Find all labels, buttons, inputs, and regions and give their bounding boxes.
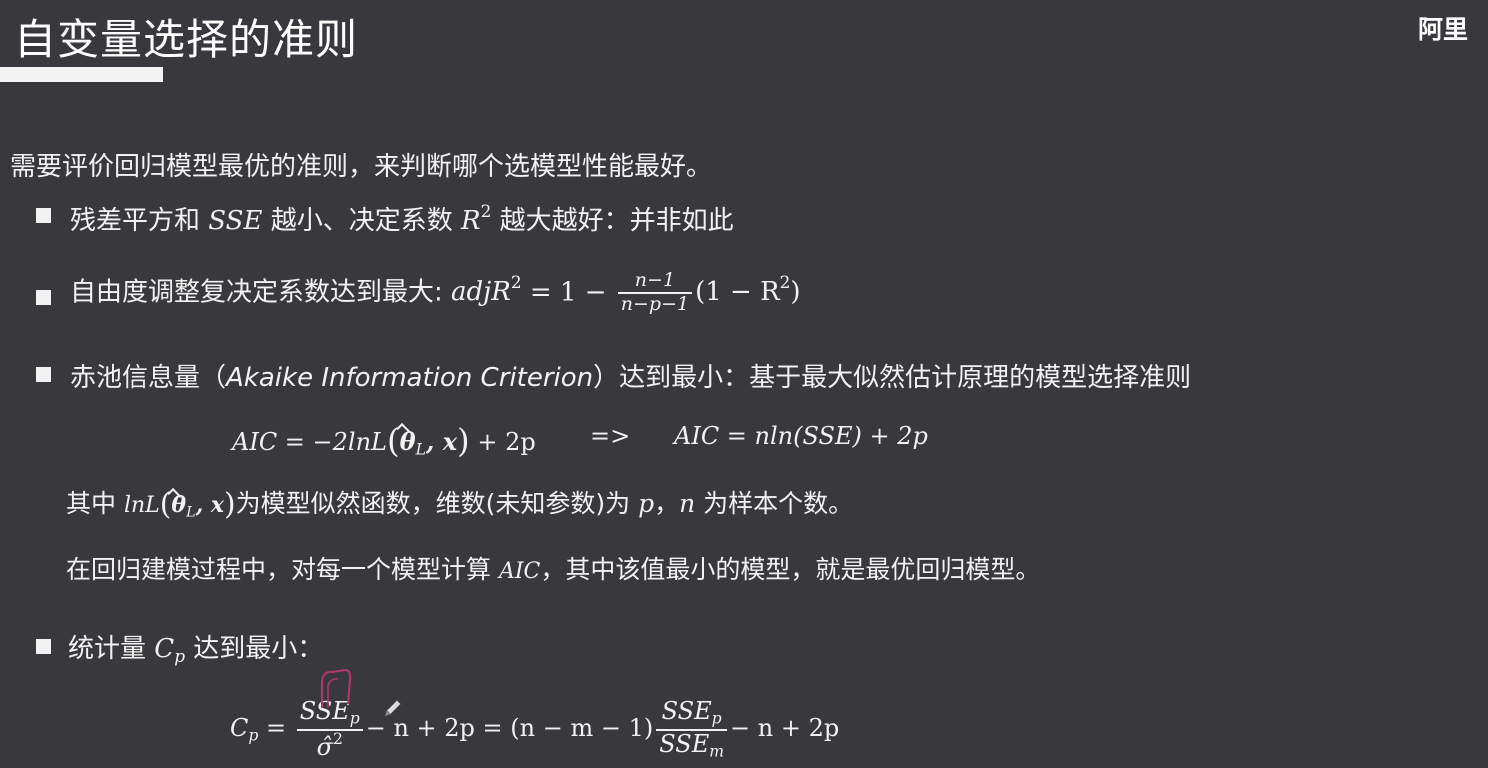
aic-formula-2: AIC = nln(SSE) + 2p bbox=[674, 422, 928, 450]
bullet-square-icon bbox=[36, 367, 51, 382]
b2-text: 自由度调整复决定系数达到最大: bbox=[70, 277, 443, 308]
b2-eq: = 1 − bbox=[529, 277, 607, 308]
bullet-4-text: 统计量 Cp 达到最小： bbox=[68, 634, 324, 667]
b3-text-1: 赤池信息量（ bbox=[70, 363, 227, 393]
pencil-cursor-icon bbox=[384, 699, 402, 717]
title-underline-bar bbox=[0, 67, 163, 82]
aic-formula-1: AIC = −2lnL(θL, x) + 2p bbox=[232, 422, 536, 460]
bullet-3-text: 赤池信息量（Akaike Information Criterion）达到最小：… bbox=[70, 357, 1191, 394]
bullet-square-icon bbox=[36, 290, 51, 305]
bullet-2-text: 自由度调整复决定系数达到最大: adjR2 = 1 − n−1 n−p−1 (1… bbox=[70, 269, 801, 316]
b3-aic-english: Akaike Information Criterion bbox=[226, 363, 594, 393]
b1-sse: SSE bbox=[208, 206, 263, 236]
intro-text: 需要评价回归模型最优的准则，来判断哪个选模型性能最好。 bbox=[10, 152, 713, 182]
cp-fraction-2: SSEp SSEm bbox=[656, 697, 728, 761]
b1-R: R2 bbox=[460, 201, 492, 236]
aic-explanation-line-1: 其中 lnL(θL, x)为模型似然函数，维数(未知参数)为 p，n 为样本个数… bbox=[66, 486, 854, 522]
b2-rhs: (1 − R2) bbox=[695, 272, 801, 308]
bullet-square-icon bbox=[36, 639, 51, 654]
b1-text-2: 越小、决定系数 bbox=[270, 206, 453, 236]
aic-explanation-line-2: 在回归建模过程中，对每一个模型计算 AIC，其中该值最小的模型，就是最优回归模型… bbox=[66, 555, 1041, 584]
b3-text-2: ）达到最小：基于最大似然估计原理的模型选择准则 bbox=[593, 363, 1192, 393]
page-title: 自变量选择的准则 bbox=[14, 15, 359, 64]
b1-text-1: 残差平方和 bbox=[70, 206, 201, 236]
bullet-square-icon bbox=[36, 208, 51, 223]
corner-watermark-text: 阿里 bbox=[1418, 15, 1469, 44]
b2-fraction: n−1 n−p−1 bbox=[617, 269, 693, 316]
b2-lhs: adjR2 bbox=[451, 272, 522, 308]
bullet-1-text: 残差平方和 SSE 越小、决定系数 R2 越大越好：并非如此 bbox=[70, 200, 734, 237]
aic-arrow: => bbox=[590, 422, 631, 450]
handwritten-annotation-mark bbox=[321, 668, 352, 708]
b1-text-3: 越大越好：并非如此 bbox=[499, 206, 734, 236]
